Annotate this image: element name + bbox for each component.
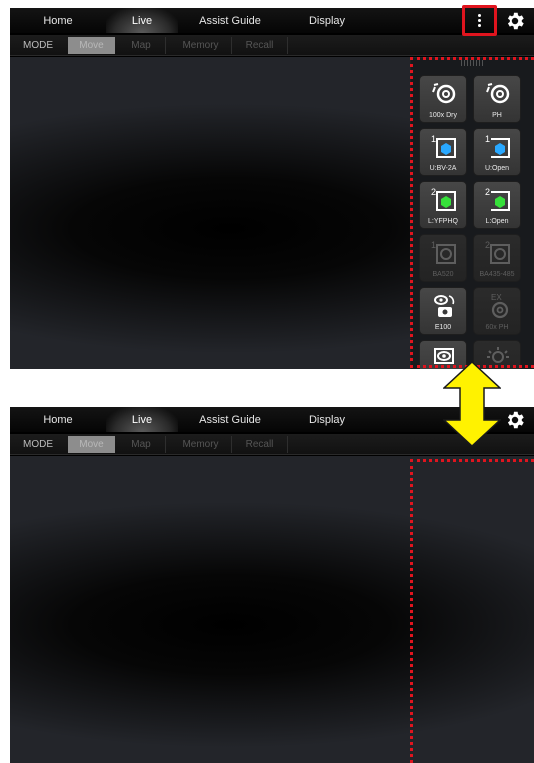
mode-move-button[interactable]: Move (68, 436, 115, 453)
mode-memory-button[interactable]: Memory (170, 436, 232, 453)
mode-map-button[interactable]: Map (117, 436, 166, 453)
mode-recall-button[interactable]: Recall (232, 436, 288, 453)
panel-highlight-box (410, 57, 534, 368)
double-arrow-icon (443, 361, 501, 447)
tab-home[interactable]: Home (10, 8, 106, 33)
tab-live[interactable]: Live (106, 8, 178, 33)
mode-label: MODE (23, 40, 53, 51)
gear-icon[interactable] (504, 10, 526, 32)
mode-move-button[interactable]: Move (68, 37, 115, 54)
menu-button-highlight-box (462, 5, 497, 36)
mode-memory-button[interactable]: Memory (170, 37, 232, 54)
hidden-panel-highlight-box (410, 459, 534, 763)
mode-bar: MODE Move Map Memory Recall (10, 35, 534, 56)
tab-display[interactable]: Display (282, 407, 372, 432)
tab-display[interactable]: Display (282, 8, 372, 33)
gear-icon[interactable] (504, 409, 526, 431)
mode-label: MODE (23, 439, 53, 450)
tab-assist-guide[interactable]: Assist Guide (178, 8, 282, 33)
mode-map-button[interactable]: Map (117, 37, 166, 54)
tab-live[interactable]: Live (106, 407, 178, 432)
tab-assist-guide[interactable]: Assist Guide (178, 407, 282, 432)
tab-home[interactable]: Home (10, 407, 106, 432)
mode-recall-button[interactable]: Recall (232, 37, 288, 54)
top-navigation-bar: Home Live Assist Guide Display (10, 8, 534, 33)
